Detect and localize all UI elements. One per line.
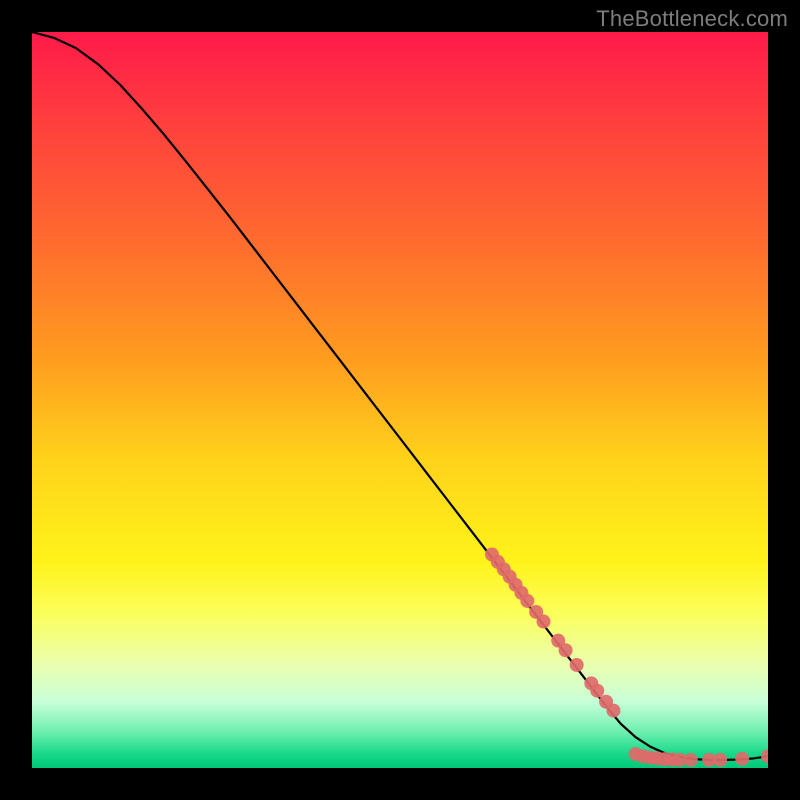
data-marker (702, 753, 716, 767)
data-marker (537, 615, 551, 629)
data-marker (497, 562, 511, 576)
data-marker (514, 586, 528, 600)
data-marker (599, 695, 613, 709)
data-marker (491, 555, 505, 569)
data-marker (629, 747, 643, 761)
data-marker (503, 570, 517, 584)
bottleneck-curve (32, 32, 768, 760)
data-marker (643, 751, 657, 765)
data-marker (684, 753, 698, 767)
data-marker (651, 751, 665, 765)
data-marker (570, 658, 584, 672)
data-marker (584, 676, 598, 690)
data-marker (520, 594, 534, 608)
attribution-label: TheBottleneck.com (596, 6, 788, 32)
data-markers (485, 548, 768, 767)
data-marker (735, 752, 749, 766)
chart-frame: TheBottleneck.com (0, 0, 800, 800)
data-marker (509, 578, 523, 592)
data-marker (761, 749, 768, 763)
data-marker (529, 605, 543, 619)
data-marker (658, 752, 672, 766)
data-marker (551, 634, 565, 648)
data-marker (636, 749, 650, 763)
plot-area (32, 32, 768, 768)
data-marker (606, 704, 620, 718)
data-marker (590, 684, 604, 698)
data-marker (665, 753, 679, 767)
data-marker (559, 643, 573, 657)
chart-svg (32, 32, 768, 768)
data-marker (485, 548, 499, 562)
data-marker (673, 753, 687, 767)
data-marker (713, 753, 727, 767)
